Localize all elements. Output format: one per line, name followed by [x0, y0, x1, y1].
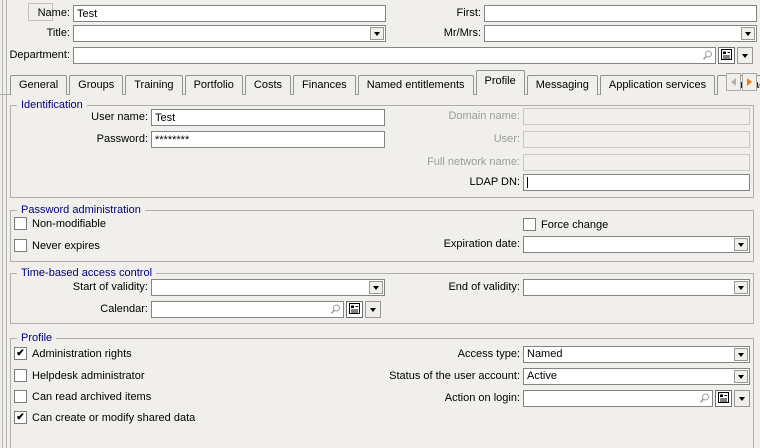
department-dropdown-button[interactable] [737, 47, 753, 64]
first-name-input[interactable] [484, 5, 757, 22]
search-icon[interactable] [330, 304, 341, 315]
expiration-date-combobox[interactable] [523, 236, 750, 253]
domain-name-label: Domain name: [448, 110, 520, 122]
action-on-login-input[interactable] [524, 391, 712, 406]
tab-messaging[interactable]: Messaging [526, 75, 598, 95]
user-name-input[interactable] [151, 109, 385, 126]
tab-training[interactable]: Training [125, 75, 183, 95]
arrow-right-icon [747, 78, 752, 86]
calendar-dropdown-button[interactable] [365, 301, 381, 318]
time-based-access-control-group-title: Time-based access control [17, 266, 157, 280]
access-type-combobox[interactable]: Named [523, 346, 750, 363]
mr-mrs-combobox[interactable] [484, 25, 757, 42]
helpdesk-administrator-checkbox[interactable] [14, 369, 27, 382]
title-combobox[interactable] [73, 25, 386, 42]
name-label: Name: [37, 7, 70, 19]
arrow-left-icon [731, 78, 736, 86]
non-modifiable-label: Non-modifiable [32, 218, 106, 230]
can-create-or-modify-shared-data-label: Can create or modify shared data [32, 412, 196, 424]
search-icon[interactable] [702, 50, 713, 61]
tab-groups[interactable]: Groups [69, 75, 124, 95]
dropdown-arrow-icon [739, 396, 745, 401]
full-network-name-label: Full network name: [427, 156, 520, 168]
tab-costs[interactable]: Costs [244, 75, 292, 95]
tab-scroll-right-button[interactable] [742, 73, 757, 91]
first-name-label: First: [456, 7, 481, 19]
action-on-login-browse-button[interactable] [715, 390, 732, 407]
department-field[interactable] [73, 47, 716, 64]
user-label: User: [493, 133, 520, 145]
start-of-validity-label: Start of validity: [72, 281, 148, 293]
browse-list-icon [349, 302, 360, 317]
calendar-label: Calendar: [100, 303, 148, 315]
status-of-user-account-combobox[interactable]: Active [523, 368, 750, 385]
department-input[interactable] [74, 48, 715, 63]
left-edge-line [6, 0, 7, 448]
end-of-validity-combobox[interactable] [523, 279, 750, 296]
department-browse-button[interactable] [718, 47, 735, 64]
domain-name-input [523, 108, 750, 125]
text-caret [527, 177, 528, 188]
dropdown-arrow-icon[interactable] [741, 27, 755, 40]
department-label: Department: [9, 49, 70, 61]
administration-rights-checkbox[interactable]: ✔ [14, 347, 27, 360]
tab-finances[interactable]: Finances [293, 75, 356, 95]
name-input[interactable] [73, 5, 386, 22]
access-type-label: Access type: [457, 348, 520, 360]
ldap-dn-input[interactable] [523, 174, 750, 191]
search-icon[interactable] [699, 393, 710, 404]
password-administration-group-title: Password administration [17, 203, 145, 217]
profile-group-title: Profile [17, 331, 57, 345]
tab-general[interactable]: General [10, 75, 68, 95]
administration-rights-label: Administration rights [32, 348, 132, 360]
tab-named-entitlements[interactable]: Named entitlements [357, 75, 474, 95]
password-label: Password: [96, 133, 148, 145]
action-on-login-dropdown-button[interactable] [734, 390, 750, 407]
left-edge-line [2, 0, 3, 448]
dropdown-arrow-icon [742, 53, 748, 58]
combo-value: Named [527, 348, 563, 360]
dropdown-arrow-icon[interactable] [734, 281, 748, 294]
action-on-login-field[interactable] [523, 390, 713, 407]
title-label: Title: [46, 27, 70, 39]
mr-mrs-label: Mr/Mrs: [443, 27, 481, 39]
end-of-validity-label: End of validity: [448, 281, 520, 293]
password-input[interactable] [151, 131, 385, 148]
tab-application-services[interactable]: Application services [599, 75, 716, 95]
full-network-name-input [523, 154, 750, 171]
dropdown-arrow-icon[interactable] [734, 238, 748, 251]
dropdown-arrow-icon[interactable] [734, 370, 748, 383]
dropdown-arrow-icon[interactable] [734, 348, 748, 361]
tab-profile[interactable]: Profile [475, 70, 525, 95]
user-input [523, 131, 750, 148]
calendar-field[interactable] [151, 301, 344, 318]
start-of-validity-combobox[interactable] [151, 279, 385, 296]
expiration-date-label: Expiration date: [443, 238, 520, 250]
dropdown-arrow-icon[interactable] [370, 27, 384, 40]
force-change-label: Force change [541, 219, 609, 231]
action-on-login-label: Action on login: [444, 392, 520, 404]
helpdesk-administrator-label: Helpdesk administrator [32, 370, 145, 382]
calendar-input[interactable] [152, 302, 343, 317]
ldap-dn-label: LDAP DN: [469, 176, 520, 188]
non-modifiable-checkbox[interactable] [14, 217, 27, 230]
force-change-checkbox[interactable] [523, 218, 536, 231]
calendar-browse-button[interactable] [346, 301, 363, 318]
browse-list-icon [721, 48, 732, 63]
user-detail-window: Name: First: Title: Mr/Mrs: Department: … [0, 0, 760, 448]
never-expires-label: Never expires [32, 240, 100, 252]
can-read-archived-items-checkbox[interactable] [14, 390, 27, 403]
combo-value: Active [527, 370, 557, 382]
never-expires-checkbox[interactable] [14, 239, 27, 252]
user-name-label: User name: [91, 111, 148, 123]
status-of-user-account-label: Status of the user account: [389, 370, 520, 382]
tab-portfolio[interactable]: Portfolio [184, 75, 243, 95]
dropdown-arrow-icon [370, 307, 376, 312]
can-create-or-modify-shared-data-checkbox[interactable]: ✔ [14, 411, 27, 424]
tab-scroll-left-button[interactable] [726, 73, 741, 91]
tab-bar: General Groups Training Portfolio Costs … [10, 70, 760, 95]
can-read-archived-items-label: Can read archived items [32, 391, 152, 403]
browse-list-icon [718, 391, 729, 406]
